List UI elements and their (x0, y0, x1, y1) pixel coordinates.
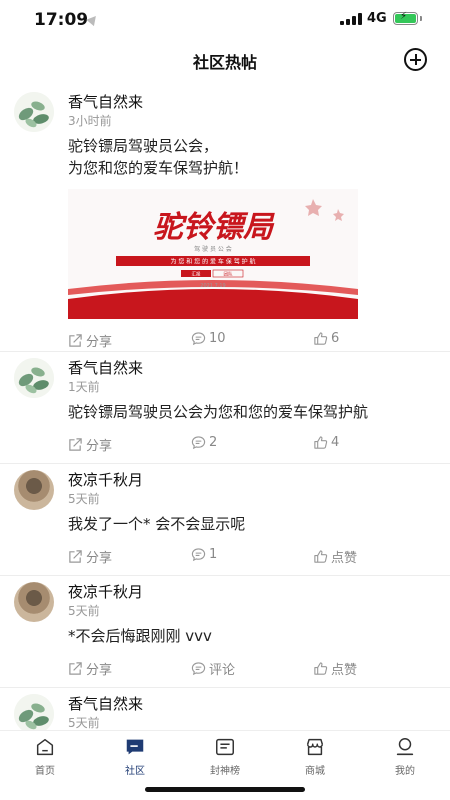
post-username[interactable]: 夜凉千秋月 (68, 464, 436, 490)
list-icon (216, 738, 234, 756)
post-time: 5天前 (68, 492, 100, 506)
nav-mall[interactable]: 商城 (285, 736, 345, 777)
add-post-button[interactable] (404, 48, 427, 71)
poster-date: 2021.7.19 (200, 283, 225, 289)
post-content[interactable]: 驼铃镖局驾驶员公会为您和您的爱车保驾护航 (68, 401, 436, 423)
share-icon (69, 438, 82, 451)
store-icon (306, 738, 324, 756)
share-label: 分享 (86, 335, 113, 350)
nav-home-label: 首页 (35, 766, 55, 777)
bottom-nav: 首页 社区 封神榜 商城 我的 (0, 730, 450, 780)
post-feed[interactable]: 香气自然来 3小时前 驼铃镖局驾驶员公会， 为您和您的爱车保驾护航！ 驼铃镖局 … (0, 86, 450, 730)
comment-icon (191, 662, 206, 676)
status-time: 17:09 (34, 10, 89, 30)
poster-tag-1: 汇报 (192, 271, 201, 278)
community-icon (126, 739, 144, 755)
user-icon (396, 738, 414, 756)
like-button[interactable]: 6 (313, 331, 339, 346)
like-button[interactable]: 点赞 (313, 547, 357, 566)
post-actions: 分享 评论 点赞 (68, 647, 436, 687)
comment-icon (191, 332, 206, 346)
nav-community-label: 社区 (125, 766, 145, 777)
comment-icon (191, 436, 206, 450)
like-count: 6 (331, 331, 340, 346)
post-content[interactable]: 驼铃镖局驾驶员公会， 为您和您的爱车保驾护航！ (68, 135, 436, 179)
comment-count: 10 (209, 331, 226, 346)
poster-tag-2: 团队 (224, 271, 233, 278)
share-button[interactable]: 分享 (68, 659, 112, 678)
share-icon (69, 334, 82, 347)
nav-mine[interactable]: 我的 (375, 736, 435, 777)
comment-button[interactable]: 1 (191, 547, 217, 562)
avatar[interactable] (14, 358, 54, 398)
nav-ranking-label: 封神榜 (210, 766, 240, 777)
post-username[interactable]: 香气自然来 (68, 352, 436, 378)
share-label: 分享 (86, 551, 113, 566)
like-label: 点赞 (331, 551, 358, 566)
avatar[interactable] (14, 92, 54, 132)
avatar[interactable] (14, 470, 54, 510)
share-icon (69, 662, 82, 675)
comment-icon (191, 548, 206, 562)
comment-button[interactable]: 评论 (191, 659, 235, 678)
post-time: 5天前 (68, 716, 100, 730)
like-count: 4 (331, 435, 340, 450)
comment-button[interactable]: 2 (191, 435, 217, 450)
share-icon (69, 550, 82, 563)
thumbs-up-icon (314, 436, 328, 449)
post-item[interactable]: 夜凉千秋月 5天前 我发了一个* 会不会显示呢 分享 1 点赞 (0, 464, 450, 576)
post-item[interactable]: 香气自然来 3小时前 驼铃镖局驾驶员公会， 为您和您的爱车保驾护航！ 驼铃镖局 … (0, 86, 450, 352)
nav-mine-label: 我的 (395, 766, 415, 777)
nav-home[interactable]: 首页 (15, 736, 75, 777)
post-actions: 分享 2 4 (68, 423, 436, 463)
comment-button[interactable]: 10 (191, 331, 226, 346)
post-time: 1天前 (68, 380, 100, 394)
thumbs-up-icon (314, 550, 328, 563)
nav-community[interactable]: 社区 (105, 736, 165, 777)
like-button[interactable]: 4 (313, 435, 339, 450)
post-username[interactable]: 夜凉千秋月 (68, 576, 436, 602)
like-button[interactable]: 点赞 (313, 659, 357, 678)
comment-count: 2 (209, 435, 218, 450)
page-title: 社区热帖 (192, 53, 257, 72)
poster-title: 驼铃镖局 (153, 211, 275, 244)
post-item[interactable]: 香气自然来 5天前 (0, 688, 450, 730)
post-item[interactable]: 夜凉千秋月 5天前 *不会后悔跟刚刚 vvv 分享 评论 点赞 (0, 576, 450, 688)
post-time: 3小时前 (68, 114, 112, 128)
avatar[interactable] (14, 582, 54, 622)
nav-ranking[interactable]: 封神榜 (195, 736, 255, 777)
share-button[interactable]: 分享 (68, 435, 112, 454)
share-label: 分享 (86, 439, 113, 454)
poster-slogan: 为 您 和 您 的 爱 车 保 驾 护 航 (170, 258, 255, 266)
post-image[interactable]: 驼铃镖局 驾 驶 员 公 会 为 您 和 您 的 爱 车 保 驾 护 航 汇报 … (68, 189, 358, 319)
post-time: 5天前 (68, 604, 100, 618)
post-actions: 分享 1 点赞 (68, 535, 436, 575)
home-indicator (145, 787, 305, 792)
signal-icon (340, 13, 362, 25)
post-content[interactable]: 我发了一个* 会不会显示呢 (68, 513, 436, 535)
poster-subtitle: 驾 驶 员 公 会 (194, 245, 232, 253)
home-icon (36, 738, 54, 756)
thumbs-up-icon (314, 332, 328, 345)
post-item[interactable]: 香气自然来 1天前 驼铃镖局驾驶员公会为您和您的爱车保驾护航 分享 2 4 (0, 352, 450, 464)
comment-label: 评论 (209, 663, 236, 678)
post-username[interactable]: 香气自然来 (68, 688, 436, 714)
like-label: 点赞 (331, 663, 358, 678)
share-button[interactable]: 分享 (68, 547, 112, 566)
nav-mall-label: 商城 (305, 766, 325, 777)
network-type: 4G (367, 11, 387, 26)
location-arrow-icon (86, 12, 100, 27)
avatar[interactable] (14, 694, 54, 730)
share-button[interactable]: 分享 (68, 331, 112, 350)
battery-icon (393, 11, 422, 25)
post-username[interactable]: 香气自然来 (68, 86, 436, 112)
header: 社区热帖 (0, 40, 450, 80)
post-content[interactable]: *不会后悔跟刚刚 vvv (68, 625, 436, 647)
thumbs-up-icon (314, 662, 328, 675)
share-label: 分享 (86, 663, 113, 678)
comment-count: 1 (209, 547, 218, 562)
status-bar: 17:09 4G (0, 0, 450, 40)
